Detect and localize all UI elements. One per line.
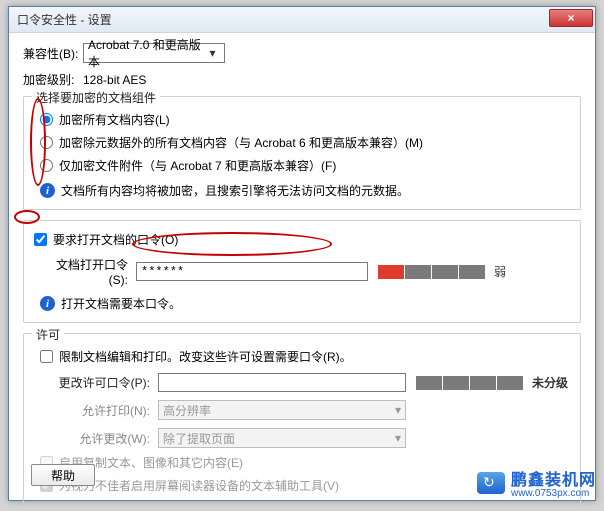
- watermark-url: www.0753px.com: [511, 488, 596, 499]
- watermark-name: 鹏鑫装机网: [511, 466, 596, 490]
- allow-print-select: 高分辨率 ▾: [158, 400, 406, 420]
- restrict-editing-label: 限制文档编辑和打印。改变这些许可设置需要口令(R)。: [59, 348, 352, 365]
- compat-value: Acrobat 7.0 和更高版本: [88, 36, 205, 70]
- radio-encrypt-attachments-input[interactable]: [40, 159, 53, 172]
- meter-seg: [470, 376, 496, 390]
- chevron-down-icon: ▾: [395, 403, 401, 417]
- open-pw-info-row: i 打开文档需要本口令。: [40, 295, 570, 312]
- chevron-down-icon: ▾: [395, 431, 401, 445]
- help-button-label: 帮助: [51, 467, 75, 484]
- radio-encrypt-except-meta[interactable]: 加密除元数据外的所有文档内容（与 Acrobat 6 和更高版本兼容）(M): [40, 134, 570, 151]
- enclevel-value: 128-bit AES: [83, 73, 146, 87]
- encrypt-components-legend: 选择要加密的文档组件: [32, 89, 160, 106]
- radio-encrypt-except-meta-label: 加密除元数据外的所有文档内容（与 Acrobat 6 和更高版本兼容）(M): [59, 134, 423, 151]
- radio-encrypt-all-label: 加密所有文档内容(L): [59, 111, 170, 128]
- radio-encrypt-attachments-label: 仅加密文件附件（与 Acrobat 7 和更高版本兼容）(F): [59, 157, 336, 174]
- watermark-logo-icon: [477, 472, 505, 494]
- close-button[interactable]: ×: [549, 9, 593, 27]
- meter-seg: [416, 376, 442, 390]
- dialog-window: 口令安全性 - 设置 × 兼容性(B): Acrobat 7.0 和更高版本 ▾…: [8, 6, 596, 501]
- allow-print-value: 高分辨率: [163, 402, 211, 419]
- perm-pw-row: 更改许可口令(P): 未分级: [40, 373, 570, 392]
- window-title: 口令安全性 - 设置: [17, 11, 112, 28]
- meter-seg: [443, 376, 469, 390]
- require-open-pw-row[interactable]: 要求打开文档的口令(O): [34, 231, 570, 248]
- allow-print-label: 允许打印(N):: [40, 402, 158, 419]
- enable-screenreader-label: 为视力不佳者启用屏幕阅读器设备的文本辅助工具(V): [59, 477, 339, 494]
- radio-encrypt-all-input[interactable]: [40, 113, 53, 126]
- require-open-pw-label: 要求打开文档的口令(O): [53, 231, 178, 248]
- close-icon: ×: [567, 11, 574, 25]
- encrypt-info-text: 文档所有内容均将被加密，且搜索引擎将无法访问文档的元数据。: [61, 182, 409, 199]
- perm-pw-input[interactable]: [158, 373, 406, 392]
- meter-seg: [497, 376, 523, 390]
- radio-encrypt-except-meta-input[interactable]: [40, 136, 53, 149]
- chevron-down-icon: ▾: [205, 46, 220, 60]
- pw-strength-label: 弱: [494, 263, 506, 280]
- compat-row: 兼容性(B): Acrobat 7.0 和更高版本 ▾: [23, 43, 581, 63]
- meter-seg: [378, 265, 404, 279]
- perm-strength-meter: [416, 376, 524, 390]
- allow-print-row: 允许打印(N): 高分辨率 ▾: [40, 400, 570, 420]
- require-open-pw-checkbox[interactable]: [34, 233, 47, 246]
- dialog-content: 兼容性(B): Acrobat 7.0 和更高版本 ▾ 加密级别: 128-bi…: [9, 33, 595, 511]
- open-password-group: 要求打开文档的口令(O) 文档打开口令(S): 弱 i 打开文档需要本口令。: [23, 220, 581, 323]
- open-pw-row: 文档打开口令(S): 弱: [40, 256, 570, 287]
- compat-label: 兼容性(B):: [23, 45, 83, 62]
- allow-change-label: 允许更改(W):: [40, 430, 158, 447]
- radio-encrypt-attachments[interactable]: 仅加密文件附件（与 Acrobat 7 和更高版本兼容）(F): [40, 157, 570, 174]
- open-pw-label: 文档打开口令(S):: [40, 256, 136, 287]
- meter-seg: [459, 265, 485, 279]
- meter-seg: [432, 265, 458, 279]
- radio-encrypt-all[interactable]: 加密所有文档内容(L): [40, 111, 570, 128]
- titlebar: 口令安全性 - 设置 ×: [9, 7, 595, 33]
- help-button[interactable]: 帮助: [31, 464, 95, 486]
- restrict-editing-row[interactable]: 限制文档编辑和打印。改变这些许可设置需要口令(R)。: [40, 348, 570, 365]
- compat-select[interactable]: Acrobat 7.0 和更高版本 ▾: [83, 43, 225, 63]
- open-pw-input[interactable]: [136, 262, 368, 281]
- watermark: 鹏鑫装机网 www.0753px.com: [477, 466, 596, 499]
- encrypt-info-row: i 文档所有内容均将被加密，且搜索引擎将无法访问文档的元数据。: [40, 182, 570, 199]
- perm-pw-label: 更改许可口令(P):: [40, 374, 158, 391]
- enclevel-label: 加密级别:: [23, 71, 83, 88]
- allow-change-select: 除了提取页面 ▾: [158, 428, 406, 448]
- encrypt-components-group: 选择要加密的文档组件 加密所有文档内容(L) 加密除元数据外的所有文档内容（与 …: [23, 96, 581, 210]
- allow-change-row: 允许更改(W): 除了提取页面 ▾: [40, 428, 570, 448]
- info-icon: i: [40, 183, 55, 198]
- meter-seg: [405, 265, 431, 279]
- info-icon: i: [40, 296, 55, 311]
- allow-change-value: 除了提取页面: [163, 430, 235, 447]
- enclevel-row: 加密级别: 128-bit AES: [23, 71, 581, 88]
- pw-strength-meter: [378, 265, 486, 279]
- permissions-legend: 许可: [32, 326, 64, 343]
- open-pw-info-text: 打开文档需要本口令。: [61, 295, 181, 312]
- restrict-editing-checkbox[interactable]: [40, 350, 53, 363]
- perm-strength-label: 未分级: [532, 374, 568, 391]
